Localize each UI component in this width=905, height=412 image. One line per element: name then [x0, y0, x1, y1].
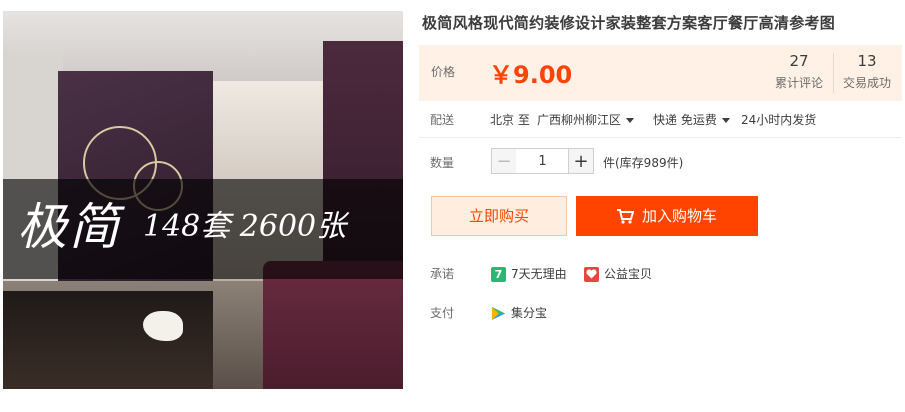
section-divider	[419, 137, 902, 138]
quantity-input[interactable]	[516, 148, 569, 174]
add-to-cart-button[interactable]: 加入购物车	[576, 196, 758, 236]
price-label: 价格	[431, 65, 456, 79]
add-to-cart-label: 加入购物车	[641, 207, 717, 225]
review-count-label: 累计评论	[774, 76, 823, 90]
price-value: ￥9.00	[489, 61, 573, 89]
chevron-down-icon	[626, 118, 635, 123]
payment-jifenbao-text: 集分宝	[511, 306, 548, 320]
image-overlay-small-text: 148套 2600张	[143, 209, 347, 244]
image-sofa	[263, 261, 403, 389]
play-icon	[491, 306, 506, 321]
seven-day-icon: 7	[491, 267, 506, 282]
buy-now-button[interactable]: 立即购买	[431, 196, 567, 236]
shipping-from: 北京 至	[490, 113, 530, 127]
heart-icon	[584, 267, 599, 282]
price-panel: 价格 ￥9.00 27 累计评论 13 交易成功	[419, 45, 902, 101]
promise-7day-text: 7天无理由	[511, 267, 567, 281]
image-table	[3, 291, 213, 389]
shipping-destination-select[interactable]: 广西柳州柳江区	[537, 111, 635, 128]
image-bird-ornament	[143, 311, 183, 341]
review-count-stat[interactable]: 27 累计评论	[766, 52, 832, 91]
shipping-method-select[interactable]: 快递 免运费	[653, 111, 730, 128]
quantity-increase-button[interactable]: +	[568, 148, 594, 174]
chevron-down-icon	[721, 118, 730, 123]
product-title: 极简风格现代简约装修设计家装整套方案客厅餐厅高清参考图	[422, 14, 836, 32]
shipping-time: 24小时内发货	[741, 113, 817, 127]
stock-info: 件(库存989件)	[603, 156, 684, 170]
sales-count-label: 交易成功	[842, 76, 891, 90]
shipping-label: 配送	[430, 113, 455, 127]
shopping-cart-icon	[616, 209, 635, 224]
quantity-decrease-button[interactable]: −	[491, 148, 517, 174]
shipping-method: 快递 免运费	[653, 113, 717, 127]
product-image[interactable]: 极简 148套 2600张	[3, 11, 403, 389]
promise-charity-text: 公益宝贝	[604, 267, 653, 281]
payment-label: 支付	[430, 306, 455, 320]
review-count: 27	[789, 52, 809, 70]
sales-count-stat[interactable]: 13 交易成功	[834, 52, 900, 91]
promise-label: 承诺	[430, 267, 455, 281]
promise-7day-return[interactable]: 7 7天无理由	[491, 265, 567, 282]
payment-jifenbao[interactable]: 集分宝	[491, 304, 547, 321]
shipping-destination: 广西柳州柳江区	[537, 113, 622, 127]
sales-count: 13	[857, 52, 877, 70]
quantity-label: 数量	[430, 156, 455, 170]
image-overlay-big-text: 极简	[17, 198, 121, 256]
promise-charity[interactable]: 公益宝贝	[584, 265, 652, 282]
